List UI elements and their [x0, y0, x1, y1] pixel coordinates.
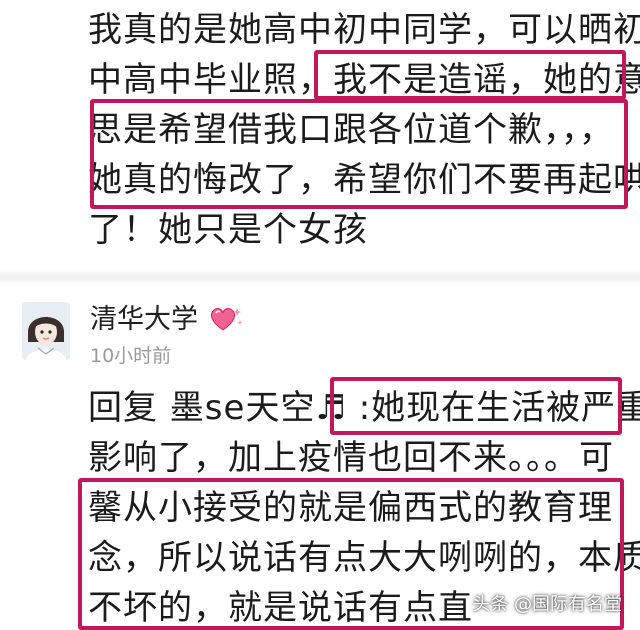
heart-sparkle-icon	[207, 304, 243, 334]
comment-divider	[0, 270, 640, 284]
comment-top-line-1: 我真的是她高中初中同学，可以晒初	[88, 10, 640, 50]
watermark-text: 头条 @国际有名堂	[472, 594, 622, 615]
highlight-box-top-1	[314, 50, 626, 100]
username[interactable]: 清华大学	[90, 303, 198, 337]
highlight-box-bottom-1	[330, 377, 622, 435]
highlight-box-top-2	[90, 99, 628, 209]
comment-timestamp: 10小时前	[90, 345, 172, 367]
comment-bottom-line-2: 影响了，加上疫情也回不来。。。可	[88, 438, 614, 478]
comment-top-line-5: 了！她只是个女孩	[88, 210, 368, 250]
avatar[interactable]	[22, 302, 70, 360]
